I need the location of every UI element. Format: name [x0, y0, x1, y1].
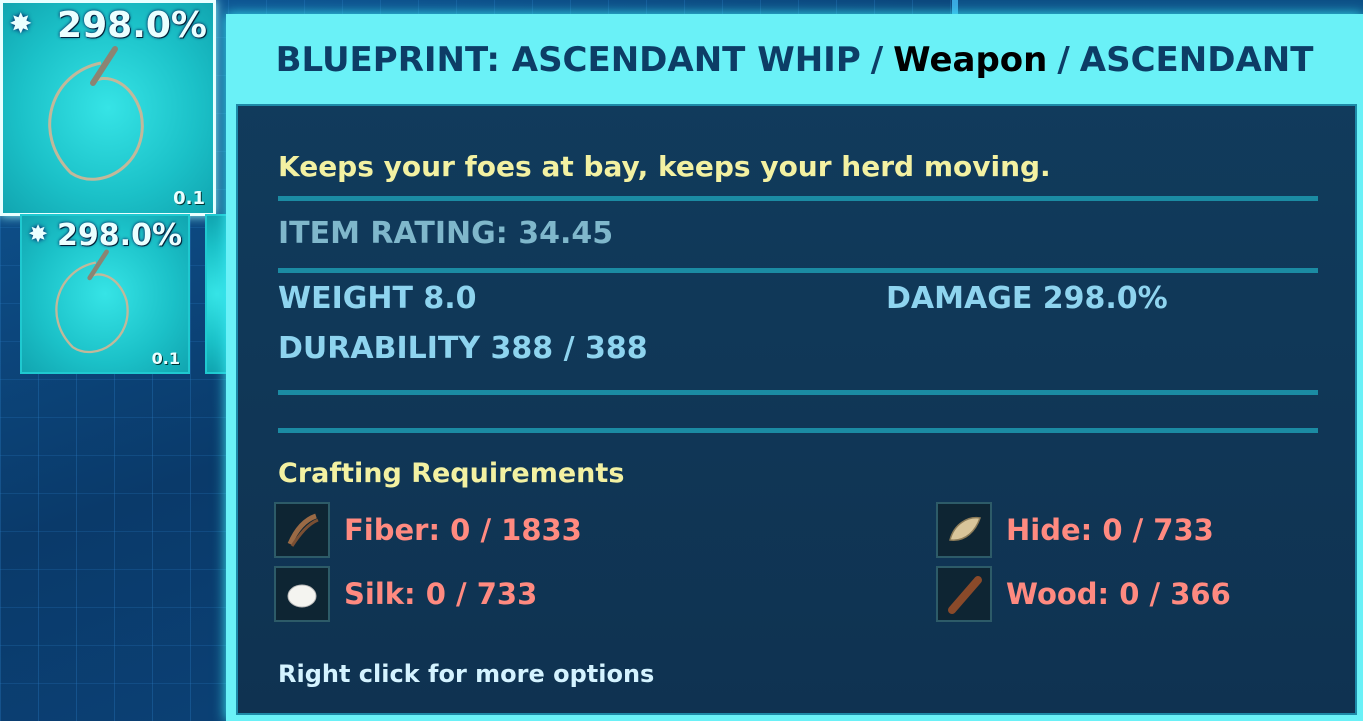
divider — [278, 390, 1318, 395]
divider — [278, 428, 1318, 433]
hide-icon — [936, 502, 992, 558]
resource-wood: Wood: 0 / 366 — [936, 566, 1231, 622]
resource-hide: Hide: 0 / 733 — [936, 502, 1214, 558]
slot-weight: 0.1 — [151, 349, 180, 368]
crafting-title: Crafting Requirements — [278, 458, 625, 489]
wood-icon — [936, 566, 992, 622]
divider — [278, 268, 1318, 273]
item-tooltip: BLUEPRINT: ASCENDANT WHIP / Weapon / ASC… — [226, 14, 1363, 721]
divider — [278, 196, 1318, 201]
resource-label: Fiber: 0 / 1833 — [344, 513, 582, 547]
star-icon: ✸ — [9, 7, 33, 40]
resource-silk: Silk: 0 / 733 — [274, 566, 537, 622]
inventory-slot-whip-selected[interactable]: ✸ 298.0% 0.1 — [0, 0, 216, 216]
resource-label: Silk: 0 / 733 — [344, 577, 538, 611]
resource-fiber: Fiber: 0 / 1833 — [274, 502, 582, 558]
weight-stat: WEIGHT 8.0 — [278, 281, 477, 316]
whip-icon — [55, 249, 129, 354]
item-description: Keeps your foes at bay, keeps your herd … — [278, 150, 1051, 183]
fiber-icon — [274, 502, 330, 558]
whip-icon — [48, 46, 144, 181]
header-separator: / — [1057, 40, 1070, 80]
slot-weight: 0.1 — [173, 188, 205, 209]
star-icon: ✸ — [28, 220, 49, 248]
resource-label: Hide: 0 / 733 — [1006, 513, 1214, 547]
item-rating: ITEM RATING: 34.45 — [278, 216, 614, 251]
damage-stat: DAMAGE 298.0% — [886, 281, 1168, 316]
tooltip-body: Keeps your foes at bay, keeps your herd … — [236, 104, 1357, 715]
tooltip-header: BLUEPRINT: ASCENDANT WHIP / Weapon / ASC… — [226, 14, 1363, 106]
item-quality: ASCENDANT — [1079, 40, 1314, 80]
item-category: Weapon — [893, 40, 1048, 80]
resource-label: Wood: 0 / 366 — [1006, 577, 1231, 611]
slot-damage: 298.0% — [57, 5, 207, 46]
silk-icon — [274, 566, 330, 622]
inventory-slot-whip[interactable]: ✸ 298.0% 0.1 — [20, 214, 190, 374]
item-name: BLUEPRINT: ASCENDANT WHIP — [275, 40, 861, 80]
context-hint: Right click for more options — [278, 660, 655, 688]
header-separator: / — [870, 40, 884, 80]
durability-stat: DURABILITY 388 / 388 — [278, 331, 648, 366]
